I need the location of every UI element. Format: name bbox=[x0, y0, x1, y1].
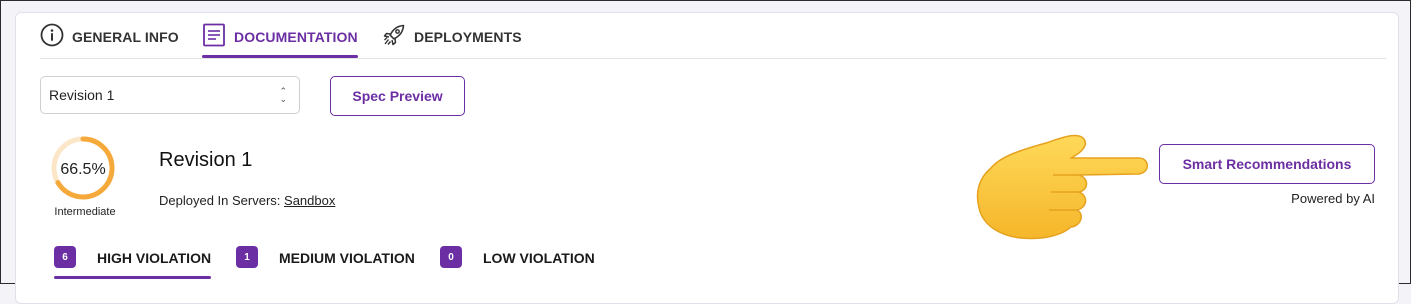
rocket-icon bbox=[383, 24, 405, 46]
revision-select-value: Revision 1 bbox=[49, 87, 115, 103]
violation-count-badge: 0 bbox=[440, 246, 462, 268]
violation-count-badge: 6 bbox=[54, 246, 76, 268]
tab-documentation[interactable]: DOCUMENTATION bbox=[202, 23, 358, 58]
violation-count-badge: 1 bbox=[236, 246, 258, 268]
smart-recommendations-button[interactable]: Smart Recommendations bbox=[1159, 144, 1375, 184]
tab-bar: GENERAL INFO DOCUMENTATION DEPLOYMENTS bbox=[40, 13, 1386, 59]
tab-medium-violation[interactable]: 1 MEDIUM VIOLATION bbox=[236, 246, 415, 278]
documentation-card: GENERAL INFO DOCUMENTATION DEPLOYMENTS R… bbox=[15, 12, 1399, 304]
violation-label: HIGH VIOLATION bbox=[97, 250, 212, 266]
violation-label: LOW VIOLATION bbox=[483, 250, 595, 266]
tab-high-violation[interactable]: 6 HIGH VIOLATION bbox=[54, 246, 212, 279]
tab-low-violation[interactable]: 0 LOW VIOLATION bbox=[440, 246, 595, 278]
deployed-servers: Deployed In Servers: Sandbox bbox=[159, 193, 335, 208]
revision-select[interactable]: Revision 1 ⌃ ⌄ bbox=[40, 76, 300, 114]
tab-label: DOCUMENTATION bbox=[234, 29, 358, 45]
spec-preview-button[interactable]: Spec Preview bbox=[330, 76, 465, 116]
revision-title: Revision 1 bbox=[159, 149, 253, 171]
score-value: 66.5% bbox=[60, 161, 106, 178]
select-caret-icon: ⌃ ⌄ bbox=[279, 86, 287, 104]
tab-label: GENERAL INFO bbox=[72, 29, 179, 45]
tab-general-info[interactable]: GENERAL INFO bbox=[40, 23, 180, 57]
tab-label: DEPLOYMENTS bbox=[414, 29, 522, 45]
score-level: Intermediate bbox=[54, 206, 116, 218]
info-icon bbox=[40, 23, 64, 47]
document-icon bbox=[203, 23, 225, 47]
server-link-sandbox[interactable]: Sandbox bbox=[284, 193, 335, 208]
pointing-hand-icon bbox=[976, 134, 1148, 240]
deployed-servers-label: Deployed In Servers: bbox=[159, 193, 281, 208]
tab-deployments[interactable]: DEPLOYMENTS bbox=[382, 23, 532, 57]
powered-by-ai: Powered by AI bbox=[1291, 191, 1375, 206]
violation-label: MEDIUM VIOLATION bbox=[279, 250, 415, 266]
